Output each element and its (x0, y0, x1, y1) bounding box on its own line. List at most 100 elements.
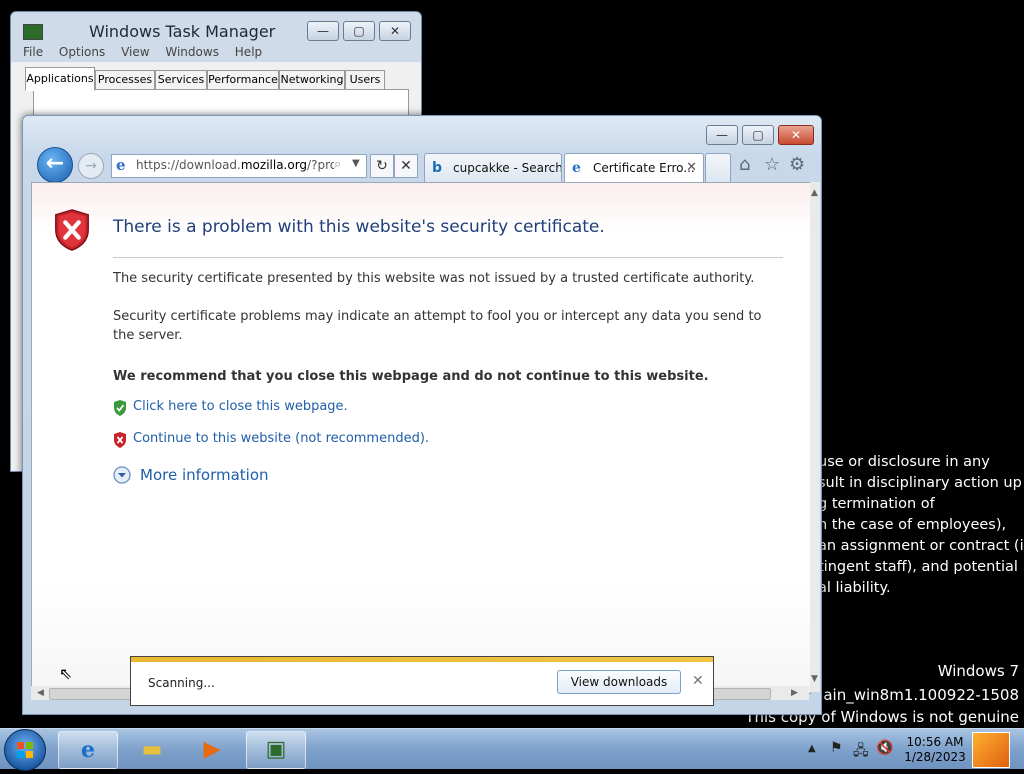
security-error-shield-icon (55, 209, 89, 251)
forward-button[interactable]: → (78, 153, 104, 179)
green-shield-icon (114, 400, 126, 416)
system-clock[interactable]: 10:56 AM 1/28/2023 (902, 735, 968, 765)
url-prefix: https://download. (136, 158, 241, 172)
address-bar[interactable]: e https://download.mozilla.org/?produ ⌕ … (111, 154, 367, 178)
home-icon[interactable]: ⌂ (739, 154, 750, 175)
mouse-cursor-icon: ⇖ (59, 664, 73, 683)
address-dropdown-icon[interactable]: ▼ (352, 158, 360, 169)
taskbar-task-manager-button[interactable]: ▣ (246, 731, 306, 769)
action-center-flag-icon[interactable]: ⚑ (830, 740, 843, 756)
taskbar-explorer-button[interactable]: ▬ (122, 731, 182, 769)
close-button[interactable]: ✕ (778, 125, 814, 145)
tab-services[interactable]: Services (155, 70, 207, 90)
error-recommendation: We recommend that you close this webpage… (113, 369, 709, 384)
task-manager-title: Windows Task Manager (89, 22, 276, 41)
bing-icon: b (432, 160, 443, 176)
folder-icon: ▬ (141, 737, 163, 762)
tab-users[interactable]: Users (345, 70, 385, 90)
tools-gear-icon[interactable]: ⚙ (789, 154, 805, 175)
url-domain: mozilla.org (240, 158, 308, 172)
legal-line: n the case of employees), (818, 517, 1007, 533)
vertical-scrollbar[interactable]: ▲ ▼ (810, 182, 820, 692)
stop-button[interactable]: ✕ (394, 154, 418, 178)
new-tab-button[interactable] (705, 153, 731, 183)
progress-stripe (131, 657, 713, 662)
error-paragraph-2: Security certificate problems may indica… (113, 309, 762, 343)
tab-networking[interactable]: Networking (279, 70, 345, 90)
download-status: Scanning... (148, 676, 215, 690)
more-information-link[interactable]: More information (140, 466, 269, 484)
scroll-left-icon[interactable]: ◀ (37, 688, 44, 698)
forward-arrow-icon: → (85, 158, 97, 174)
tab-certificate-error[interactable]: e Certificate Erro... ✕ (564, 153, 704, 184)
browser-window[interactable]: — ▢ ✕ ← → e https://download.mozilla.org… (22, 115, 822, 715)
tab-search-label: cupcakke - Search... (453, 161, 562, 175)
taskbar-media-player-button[interactable]: ▶ (182, 731, 242, 769)
url-suffix: /?produ (307, 158, 334, 172)
tab-applications[interactable]: Applications (25, 67, 95, 91)
view-downloads-button[interactable]: View downloads (557, 670, 681, 694)
search-icon[interactable]: ⌕ (334, 157, 341, 172)
task-manager-menubar: File Options View Windows Help (23, 45, 274, 59)
menu-view[interactable]: View (121, 45, 149, 59)
taskbar-ie-button[interactable]: e (58, 731, 118, 769)
legal-line: tingent staff), and potential (818, 559, 1018, 575)
error-title: There is a problem with this website's s… (113, 217, 605, 237)
clock-time: 10:56 AM (906, 735, 964, 749)
scroll-up-icon[interactable]: ▲ (811, 188, 818, 198)
minimize-button[interactable]: — (307, 21, 339, 41)
clock-date: 1/28/2023 (904, 750, 966, 764)
expand-chevron-icon[interactable] (113, 466, 131, 484)
continue-website-link[interactable]: Continue to this website (not recommende… (133, 431, 429, 446)
scroll-down-icon[interactable]: ▼ (811, 674, 818, 684)
task-manager-icon: ▣ (265, 737, 287, 762)
ie-logo-icon: e (572, 160, 581, 176)
address-url[interactable]: https://download.mozilla.org/?produ (136, 158, 334, 172)
scroll-right-icon[interactable]: ▶ (791, 688, 798, 698)
menu-options[interactable]: Options (59, 45, 105, 59)
error-paragraph-1: The security certificate presented by th… (113, 271, 755, 286)
ie-logo-icon: e (116, 156, 126, 174)
refresh-icon: ↻ (376, 158, 388, 174)
legal-line: use or disclosure in any (818, 454, 990, 470)
tab-certificate-label: Certificate Erro... (593, 161, 695, 175)
watermark-build: inmain_win8m1.100922-1508 (795, 686, 1019, 704)
download-notification-bar: Scanning... View downloads ✕ (130, 656, 714, 706)
legal-line: sult in disciplinary action up (818, 475, 1022, 491)
close-button[interactable]: ✕ (379, 21, 411, 41)
taskbar: e ▬ ▶ ▣ ▲ ⚑ 🖧 🔇 10:56 AM 1/28/2023 (0, 728, 1024, 771)
back-button[interactable]: ← (37, 147, 73, 183)
tab-performance[interactable]: Performance (207, 70, 279, 90)
ie-logo-icon: e (81, 737, 95, 763)
windows-logo-icon (17, 742, 33, 758)
menu-help[interactable]: Help (235, 45, 262, 59)
favorites-star-icon[interactable]: ☆ (764, 154, 780, 175)
task-manager-icon (23, 24, 43, 40)
tab-search[interactable]: b cupcakke - Search... (424, 153, 562, 183)
maximize-button[interactable]: ▢ (343, 21, 375, 41)
watermark-os: Windows 7 (937, 662, 1019, 680)
close-notification-icon[interactable]: ✕ (692, 673, 704, 689)
tab-close-icon[interactable]: ✕ (686, 154, 697, 182)
show-desktop-button[interactable] (972, 732, 1010, 768)
legal-line: al liability. (818, 580, 891, 596)
stop-icon: ✕ (400, 158, 412, 174)
show-hidden-icons-icon[interactable]: ▲ (808, 743, 816, 754)
tab-processes[interactable]: Processes (95, 70, 155, 90)
minimize-button[interactable]: — (706, 125, 738, 145)
close-webpage-link[interactable]: Click here to close this webpage. (133, 399, 348, 414)
menu-file[interactable]: File (23, 45, 43, 59)
legal-line: an assignment or contract (in (818, 538, 1024, 554)
refresh-button[interactable]: ↻ (370, 154, 394, 178)
back-arrow-icon: ← (45, 151, 65, 176)
red-shield-icon (114, 432, 126, 448)
media-player-icon: ▶ (203, 737, 221, 762)
maximize-button[interactable]: ▢ (742, 125, 774, 145)
volume-muted-icon[interactable]: 🔇 (876, 740, 893, 756)
divider (113, 257, 783, 258)
start-button[interactable] (4, 729, 46, 771)
legal-line: g termination of (818, 496, 935, 512)
desktop-legal-text: use or disclosure in any sult in discipl… (818, 452, 1024, 599)
network-icon[interactable]: 🖧 (853, 740, 869, 764)
menu-windows[interactable]: Windows (165, 45, 219, 59)
